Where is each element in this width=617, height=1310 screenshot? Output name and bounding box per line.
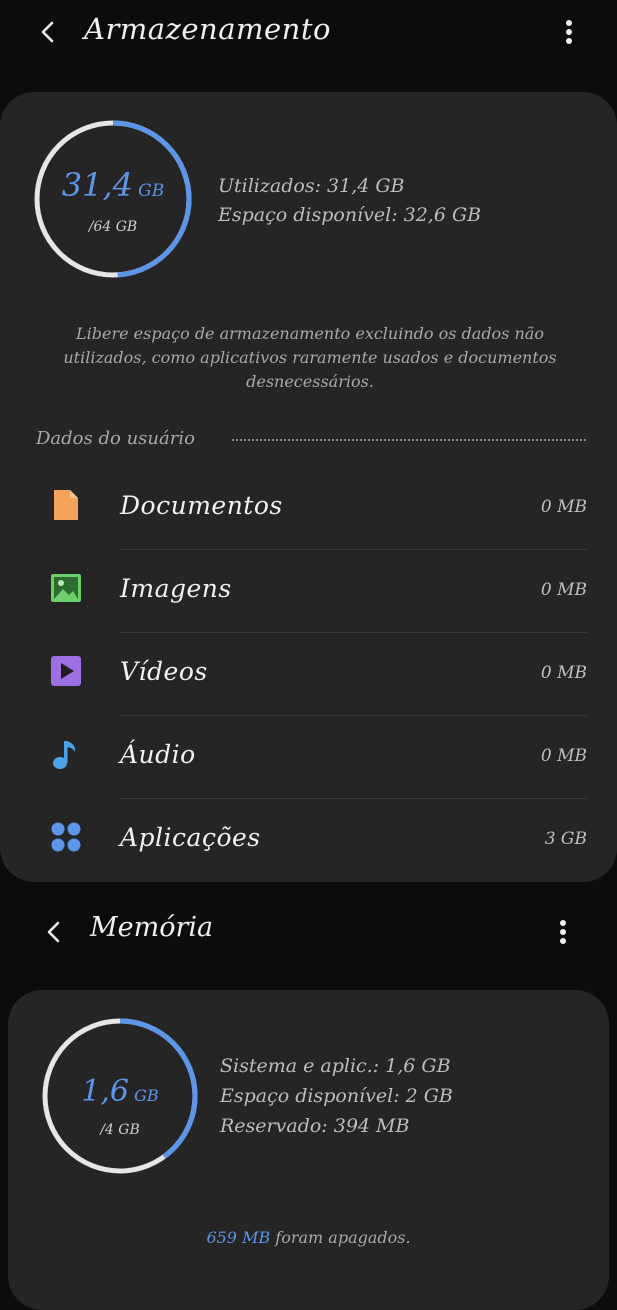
memory-freed-amount: 659 MB [206, 1228, 271, 1247]
image-icon [51, 574, 81, 602]
memory-total: /4 GB [100, 1122, 140, 1138]
memory-system-line: Sistema e aplic.: 1,6 GB [220, 1055, 451, 1077]
item-label: Áudio [120, 740, 196, 769]
apps-icon [51, 822, 81, 852]
section-title: Dados do usuário [36, 428, 195, 449]
list-item-aplicacoes[interactable]: Aplicações 3 GB [0, 799, 617, 881]
back-button[interactable] [30, 14, 66, 50]
memory-more-options-button[interactable] [546, 914, 580, 950]
document-icon [54, 490, 78, 520]
storage-used-line: Utilizados: 31,4 GB [218, 175, 405, 197]
memory-freed-text: 659 MB foram apagados. [8, 1228, 609, 1247]
item-value: 0 MB [540, 663, 587, 683]
section-divider [232, 439, 586, 441]
memory-reserved-line: Reservado: 394 MB [220, 1115, 410, 1137]
item-value: 0 MB [540, 497, 587, 517]
item-label: Documentos [120, 491, 283, 520]
more-vertical-icon [560, 920, 566, 944]
item-value: 0 MB [540, 580, 587, 600]
memory-freed-rest: foram apagados. [270, 1228, 411, 1247]
storage-card: 31,4 GB /64 GB Utilizados: 31,4 GB Espaç… [0, 92, 617, 882]
memory-used-unit: GB [134, 1086, 159, 1105]
audio-icon [53, 741, 76, 769]
item-label: Aplicações [120, 823, 261, 852]
memory-back-button[interactable] [36, 914, 72, 950]
list-item-documentos[interactable]: Documentos 0 MB [0, 467, 617, 549]
memory-title: Memória [90, 912, 214, 943]
chevron-left-icon [41, 21, 54, 43]
storage-ring: 31,4 GB /64 GB [34, 120, 192, 278]
memory-used-value: 1,6 [81, 1074, 130, 1109]
item-value: 0 MB [540, 746, 587, 766]
storage-free-line: Espaço disponível: 32,6 GB [218, 204, 482, 226]
memory-card: 1,6 GB /4 GB Sistema e aplic.: 1,6 GB Es… [8, 990, 609, 1310]
more-options-button[interactable] [552, 14, 586, 50]
page-title: Armazenamento [84, 12, 331, 46]
video-icon [51, 656, 81, 686]
storage-total: /64 GB [88, 219, 138, 235]
more-vertical-icon [566, 20, 572, 44]
item-label: Imagens [120, 574, 232, 603]
memory-free-line: Espaço disponível: 2 GB [220, 1085, 453, 1107]
storage-used-unit: GB [138, 181, 165, 201]
item-value: 3 GB [544, 829, 587, 849]
list-item-videos[interactable]: Vídeos 0 MB [0, 633, 617, 715]
storage-hint: Libere espaço de armazenamento excluindo… [63, 324, 557, 391]
chevron-left-icon [47, 921, 60, 943]
list-item-imagens[interactable]: Imagens 0 MB [0, 550, 617, 632]
storage-used-value: 31,4 [61, 166, 134, 204]
memory-ring: 1,6 GB /4 GB [42, 1018, 198, 1174]
list-item-audio[interactable]: Áudio 0 MB [0, 716, 617, 798]
item-label: Vídeos [120, 657, 208, 686]
